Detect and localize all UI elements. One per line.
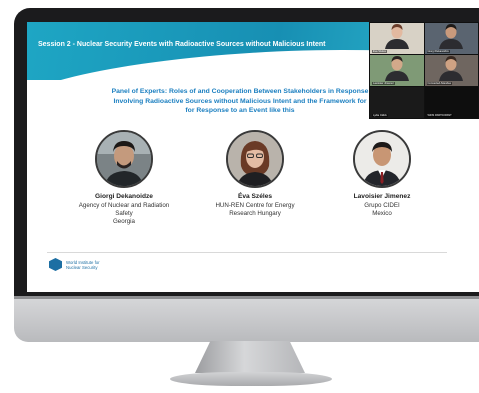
speaker-photo-female (226, 130, 284, 188)
speaker-affiliation: Grupo CIDEI (364, 201, 400, 209)
speaker-affiliation: Research Hungary (229, 209, 281, 217)
participant-name: Eva Szeles (372, 50, 387, 53)
participant-name: Lavoisier Jimenez (372, 82, 395, 85)
participant-name: Lydia Cklick (372, 114, 388, 117)
speaker-card: Lavoisier Jimenez Grupo CIDEI Mexico (312, 130, 452, 218)
wins-logo: World Institute for Nuclear Security (49, 258, 100, 271)
video-tile[interactable]: WINS PARTICIPANT (424, 87, 478, 118)
monitor-chin (14, 296, 479, 342)
panel-title-line: Panel of Experts: Roles of and Cooperati… (111, 88, 369, 95)
speaker-affiliation: Agency of Nuclear and Radiation (78, 201, 170, 209)
speaker-name: Lavoisier Jimenez (353, 193, 411, 200)
participant-name: Connected Attendee (426, 82, 453, 85)
speaker-name: Éva Széles (237, 193, 273, 200)
video-tile[interactable]: Eva Szeles (370, 23, 424, 54)
participant-name: Giorgi Dekanoidze (426, 50, 450, 53)
panel-title: Panel of Experts: Roles of and Cooperati… (75, 87, 405, 116)
panel-title-line: for Response to an Event like this (185, 107, 295, 114)
participant-name: WINS PARTICIPANT (426, 114, 453, 117)
session-title: Session 2 - Nuclear Security Events with… (38, 41, 326, 48)
video-tile[interactable]: Connected Attendee (424, 55, 478, 86)
video-tile[interactable]: Lavoisier Jimenez (370, 55, 424, 86)
wins-logo-text: World Institute for Nuclear Security (66, 260, 100, 270)
speaker-country: Georgia (112, 217, 135, 225)
video-tile[interactable]: Giorgi Dekanoidze (424, 23, 478, 54)
wins-logo-icon (49, 258, 62, 271)
monitor-stand-base (170, 372, 332, 386)
logo-text-line: World Institute for (66, 259, 100, 265)
slide-footer-divider (47, 252, 447, 253)
monitor-stand (195, 341, 305, 373)
speaker-country: Mexico (372, 209, 392, 217)
speaker-affiliation: Safety (115, 209, 133, 217)
speaker-card: Éva Széles HUN-REN Centre for Energy Res… (185, 130, 325, 218)
speaker-affiliation: HUN-REN Centre for Energy (215, 201, 295, 209)
panel-title-line: Involving Radioactive Sources without Ma… (113, 97, 367, 105)
logo-text-line: Nuclear Security (66, 264, 98, 270)
video-tile[interactable]: Lydia Cklick (370, 87, 424, 118)
video-participant-grid: Eva Szeles Giorgi Dekanoidze Lavoisier J… (369, 22, 479, 119)
speaker-photo-male-suit (353, 130, 411, 188)
monitor-chin-edge (14, 296, 479, 299)
monitor-screen: Session 2 - Nuclear Security Events with… (27, 22, 479, 292)
speaker-name: Giorgi Dekanoidze (95, 193, 153, 200)
speaker-photo-male (95, 130, 153, 188)
speaker-card: Giorgi Dekanoidze Agency of Nuclear and … (54, 130, 194, 226)
